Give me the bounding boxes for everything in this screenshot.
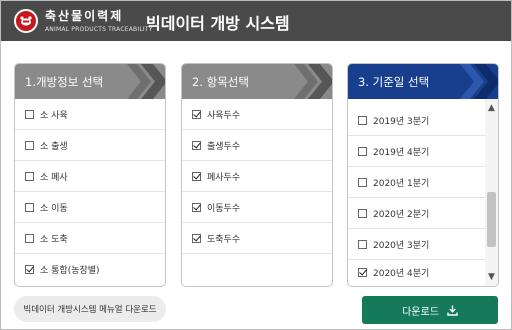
- checkbox[interactable]: [192, 233, 201, 243]
- item-label: 소 이동: [40, 203, 68, 214]
- panel-title: 2. 항목선택: [192, 75, 249, 89]
- list-item[interactable]: 2019년 4분기: [348, 136, 486, 167]
- brand-name: 축산물이력제: [45, 9, 124, 23]
- checkbox[interactable]: [358, 146, 367, 156]
- list-item[interactable]: 2020년 1분기: [348, 167, 486, 198]
- checkbox[interactable]: [25, 265, 34, 274]
- item-label: 2020년 1분기: [373, 178, 430, 189]
- manual-download-label: 빅데이터 개방시스템 메뉴얼 다운로드: [23, 305, 157, 315]
- item-label: 소 통합(농장별): [40, 266, 100, 276]
- item-label: 2020년 4분기: [373, 269, 430, 279]
- item-label: 2019년 4분기: [373, 147, 430, 158]
- list-item[interactable]: 출생두수: [182, 130, 332, 161]
- list-item[interactable]: 소 출생: [15, 130, 165, 161]
- chevron-up-icon[interactable]: ▲: [486, 102, 497, 114]
- item-label: 사육두수: [207, 110, 241, 121]
- download-button[interactable]: 다운로드: [362, 296, 498, 324]
- checkbox[interactable]: [192, 171, 201, 181]
- item-label: 도축두수: [207, 234, 241, 245]
- list-item[interactable]: 2020년 4분기: [348, 257, 486, 286]
- list-item[interactable]: 소 통합(농장별): [15, 254, 165, 285]
- checkbox[interactable]: [25, 233, 34, 243]
- item-label: 이동두수: [207, 203, 241, 214]
- checkbox[interactable]: [192, 202, 201, 212]
- checkbox[interactable]: [358, 239, 367, 249]
- item-label: 폐사두수: [207, 172, 241, 183]
- download-icon: [447, 305, 458, 316]
- brand-subtitle: ANIMAL PRODUCTS TRACEABILITY: [45, 26, 153, 33]
- panel-title: 3. 기준일 선택: [358, 75, 430, 89]
- item-label: 2020년 3분기: [373, 240, 430, 251]
- item-label: 출생두수: [207, 141, 241, 152]
- item-label: 2019년 3분기: [373, 116, 430, 127]
- list-item[interactable]: 폐사두수: [182, 161, 332, 192]
- list-item[interactable]: 소 이동: [15, 192, 165, 223]
- list-item[interactable]: 소 도축: [15, 223, 165, 254]
- chevron-decoration-icon: [127, 64, 165, 99]
- chevron-down-icon[interactable]: ▼: [486, 271, 497, 283]
- panel-header: 2. 항목선택: [182, 64, 332, 99]
- checkbox[interactable]: [358, 268, 367, 277]
- panel-header: 1.개방정보 선택: [15, 64, 165, 99]
- panel-open-info: 1.개방정보 선택 소 사육 소 출생 소 폐사 소 이동 소 도축 소 통합(…: [14, 63, 166, 287]
- item-label: 2020년 2분기: [373, 209, 430, 220]
- list-item[interactable]: 2020년 2분기: [348, 198, 486, 229]
- panel-item-select: 2. 항목선택 사육두수 출생두수 폐사두수 이동두수 도축두수: [181, 63, 333, 287]
- checkbox[interactable]: [25, 109, 34, 119]
- checkbox[interactable]: [358, 208, 367, 218]
- checkbox[interactable]: [25, 140, 34, 150]
- checkbox[interactable]: [358, 115, 367, 125]
- checkbox[interactable]: [192, 109, 201, 119]
- list-item[interactable]: 소 폐사: [15, 161, 165, 192]
- panel-title: 1.개방정보 선택: [25, 75, 104, 89]
- list-item[interactable]: 이동두수: [182, 192, 332, 223]
- app-header: 축산물이력제 ANIMAL PRODUCTS TRACEABILITY 빅데이터…: [1, 1, 511, 41]
- list-item[interactable]: 사육두수: [182, 99, 332, 130]
- checkbox[interactable]: [25, 171, 34, 181]
- list-item[interactable]: 소 사육: [15, 99, 165, 130]
- item-label: 소 폐사: [40, 172, 68, 183]
- download-label: 다운로드: [402, 306, 439, 318]
- list-item[interactable]: 2020년 3분기: [348, 229, 486, 260]
- list-item[interactable]: 도축두수: [182, 223, 332, 254]
- scrollbar-thumb[interactable]: [487, 192, 496, 247]
- list-item[interactable]: 2019년 3분기: [348, 105, 486, 136]
- cow-badge-icon: [14, 9, 38, 33]
- app-title: 빅데이터 개방 시스템: [146, 14, 290, 33]
- item-label: 소 도축: [40, 234, 68, 245]
- panel-date-select: 3. 기준일 선택 2019년 3분기 2019년 4분기 2020년 1분기 …: [347, 63, 499, 287]
- checkbox[interactable]: [192, 140, 201, 150]
- chevron-decoration-icon: [460, 64, 498, 99]
- item-label: 소 사육: [40, 110, 68, 121]
- panel-header: 3. 기준일 선택: [348, 64, 498, 99]
- item-label: 소 출생: [40, 141, 68, 152]
- checkbox[interactable]: [358, 177, 367, 187]
- manual-download-button[interactable]: 빅데이터 개방시스템 메뉴얼 다운로드: [14, 296, 166, 322]
- chevron-decoration-icon: [294, 64, 332, 99]
- checkbox[interactable]: [25, 202, 34, 212]
